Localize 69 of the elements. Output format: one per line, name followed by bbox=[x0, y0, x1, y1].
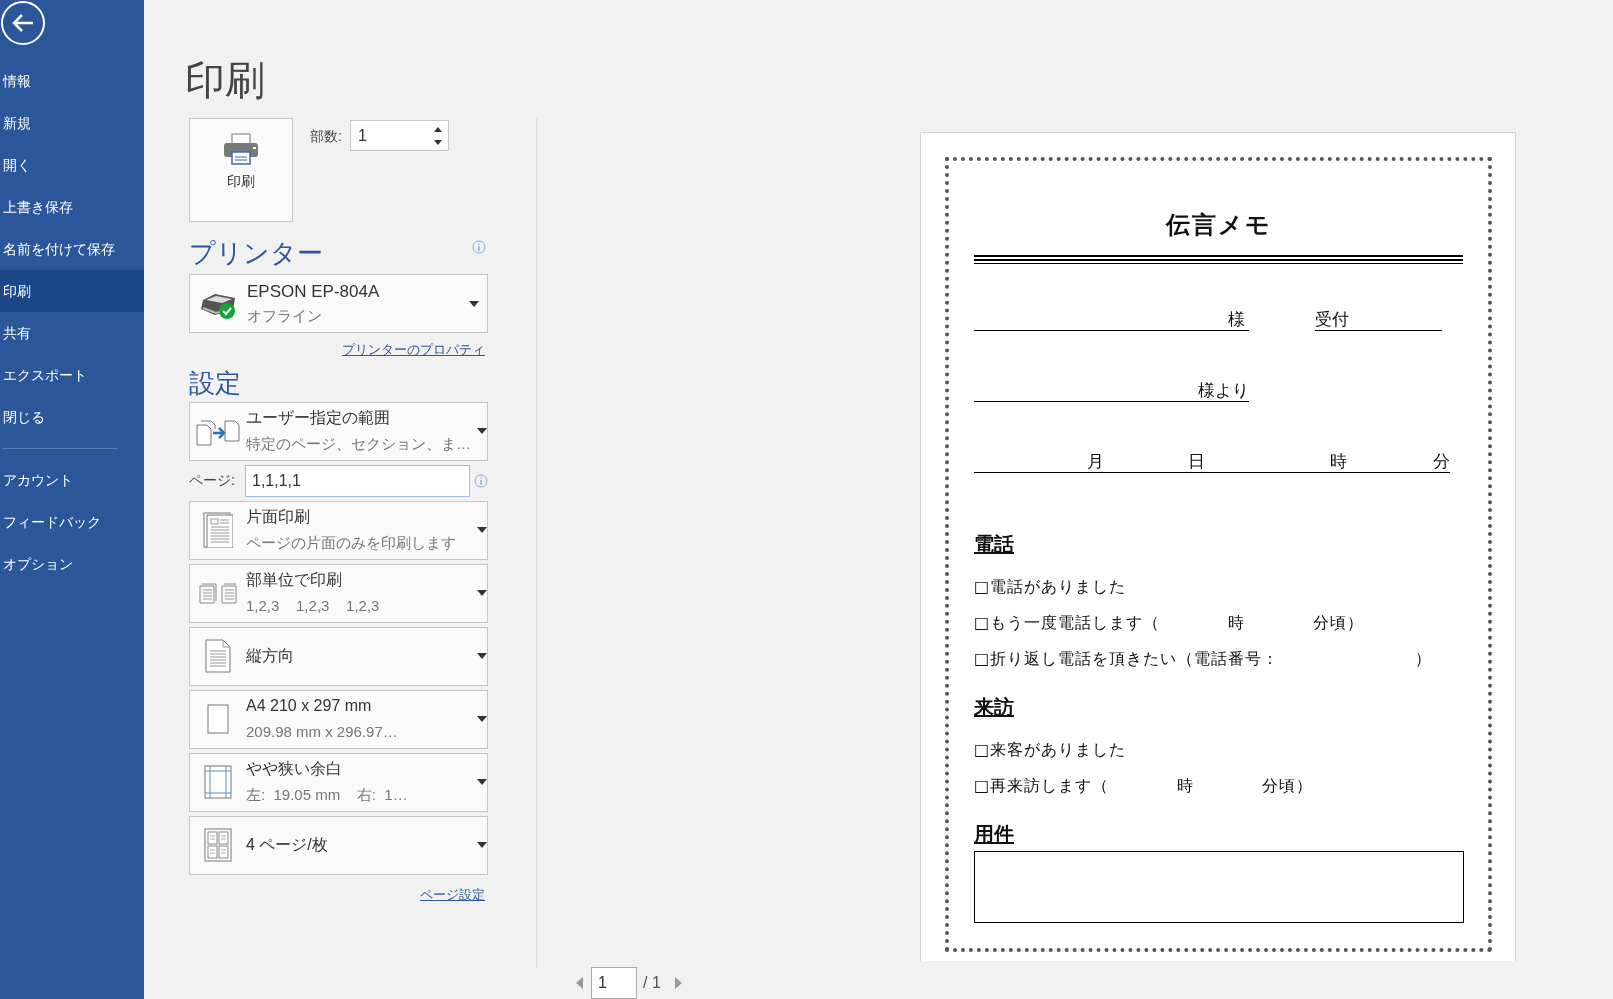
portrait-page-icon bbox=[205, 639, 231, 673]
caret-icon bbox=[477, 716, 487, 722]
settings-dropdown[interactable]: A4 210 x 297 mm 209.98 mm x 296.97… bbox=[189, 689, 488, 749]
sidebar-item[interactable]: 閉じる bbox=[0, 396, 144, 438]
caret-icon bbox=[477, 842, 487, 848]
previous-page-icon[interactable] bbox=[576, 977, 583, 989]
single-sided-page-icon bbox=[203, 512, 233, 548]
sidebar-item[interactable]: 情報 bbox=[0, 60, 144, 102]
settings-dropdown[interactable]: 片面印刷 ページの片面のみを印刷します bbox=[189, 500, 488, 560]
sidebar-item[interactable]: 印刷 bbox=[0, 270, 144, 312]
info-icon bbox=[472, 240, 486, 254]
back-button[interactable] bbox=[1, 1, 45, 45]
sidebar-item[interactable]: フィードバック bbox=[0, 501, 144, 543]
sidebar-item[interactable]: エクスポート bbox=[0, 354, 144, 396]
sidebar-item[interactable]: オプション bbox=[0, 543, 144, 585]
info-icon bbox=[474, 473, 488, 488]
settings-heading: 設定 bbox=[189, 366, 241, 400]
caret-icon bbox=[477, 653, 487, 659]
caret-icon bbox=[477, 527, 487, 533]
section-heading: 来訪 bbox=[974, 694, 1014, 720]
settings-dropdown[interactable]: ユーザー指定の範囲 特定のページ、セクション、ま… bbox=[189, 401, 488, 461]
sidebar-item[interactable]: アカウント bbox=[0, 459, 144, 501]
caret-icon bbox=[477, 779, 487, 785]
caret-icon bbox=[469, 300, 479, 307]
sidebar-item[interactable]: 開く bbox=[0, 144, 144, 186]
page-total: / 1 bbox=[643, 973, 661, 993]
section-heading: 用件 bbox=[974, 821, 1014, 847]
pages-input[interactable]: 1,1,1,1 bbox=[245, 464, 470, 497]
printer-properties-link[interactable]: プリンターのプロパティ bbox=[342, 340, 485, 360]
four-pages-icon bbox=[204, 828, 232, 862]
paper-size-icon bbox=[207, 704, 229, 734]
checkbox-line: □もう一度電話します（ 時 分頃） bbox=[974, 612, 1365, 634]
checkbox-line: □再来訪します（ 時 分頃） bbox=[974, 775, 1314, 797]
settings-dropdown[interactable]: 縦方向 bbox=[189, 626, 488, 686]
sidebar-item[interactable]: 上書き保存 bbox=[0, 186, 144, 228]
memo-title: 伝言メモ bbox=[1165, 209, 1272, 241]
copies-spinner[interactable]: 1 bbox=[349, 120, 449, 151]
settings-dropdown[interactable]: 4 ページ/枚 bbox=[189, 815, 488, 875]
printer-icon bbox=[223, 133, 259, 165]
next-page-icon[interactable] bbox=[674, 977, 682, 989]
date-time-label: 日 bbox=[1188, 450, 1205, 472]
sidebar-item[interactable]: 共有 bbox=[0, 312, 144, 354]
checkbox-line: □電話がありました bbox=[974, 576, 1127, 598]
back-arrow-icon bbox=[11, 13, 35, 33]
addressee-label: 様 bbox=[1228, 308, 1246, 330]
checkbox-line: □来客がありました bbox=[974, 739, 1127, 761]
page-title: 印刷 bbox=[185, 57, 265, 104]
caret-icon bbox=[477, 590, 487, 596]
sidebar-item[interactable]: 名前を付けて保存 bbox=[0, 228, 144, 270]
page-setup-link[interactable]: ページ設定 bbox=[420, 884, 485, 904]
settings-dropdown[interactable]: やや狭い余白 左: 19.05 mm 右: 1… bbox=[189, 752, 488, 812]
received-label: 受付 bbox=[1315, 308, 1349, 330]
date-time-label: 月 bbox=[1087, 450, 1104, 472]
print-button[interactable]: 印刷 bbox=[189, 118, 293, 222]
copies-label: 部数: bbox=[310, 127, 342, 146]
printer-heading: プリンター bbox=[189, 237, 323, 270]
caller-label: 様より bbox=[1198, 379, 1249, 401]
caret-icon bbox=[477, 428, 487, 434]
sidebar-item[interactable]: 新規 bbox=[0, 102, 144, 144]
date-time-label: 時 bbox=[1330, 450, 1347, 472]
margins-icon bbox=[204, 765, 232, 799]
settings-dropdown[interactable]: 部単位で印刷 1,2,3 1,2,3 1,2,3 bbox=[189, 563, 488, 623]
page-number-field[interactable]: 1 bbox=[591, 967, 637, 999]
collated-pages-icon bbox=[199, 582, 237, 604]
pages-label: ページ: bbox=[189, 471, 236, 490]
section-heading: 電話 bbox=[974, 531, 1014, 557]
date-time-label: 分 bbox=[1433, 450, 1450, 472]
checkbox-line: □折り返し電話を頂きたい（電話番号： ） bbox=[974, 648, 1433, 670]
printer-dropdown[interactable]: EPSON EP-804A オフライン bbox=[189, 274, 488, 333]
